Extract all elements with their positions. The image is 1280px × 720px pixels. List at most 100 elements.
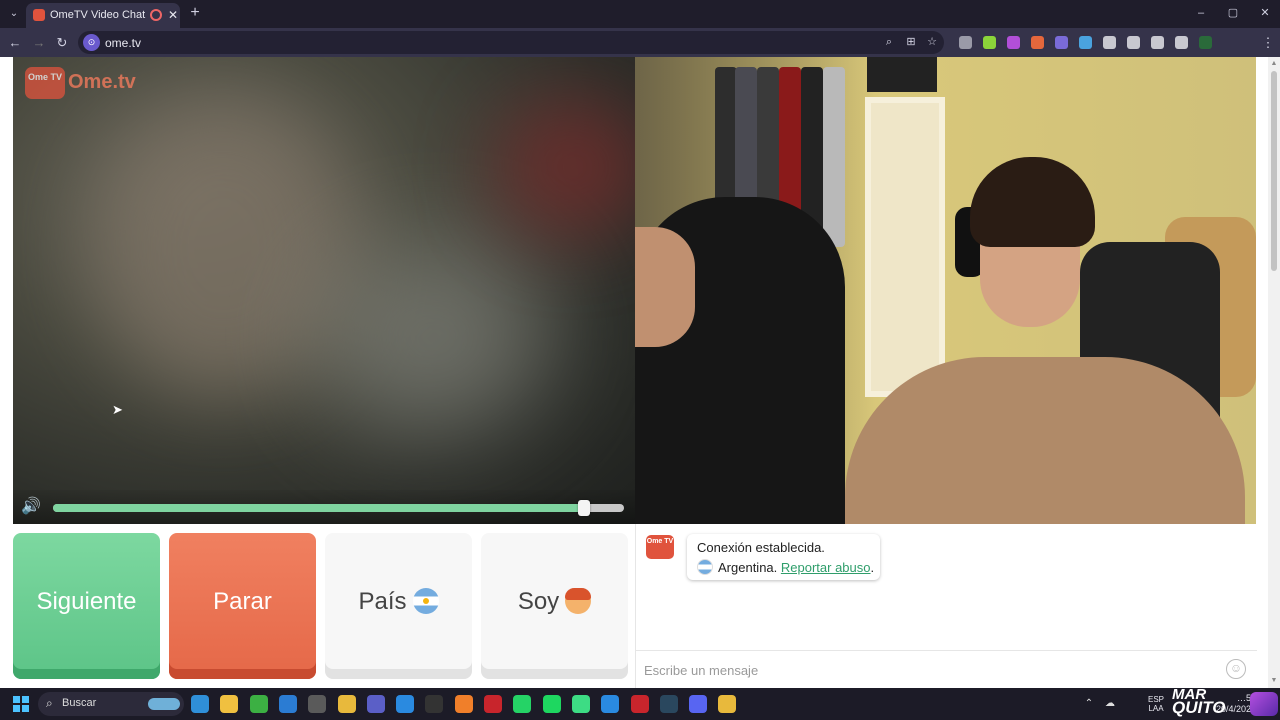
scrollbar-thumb[interactable] <box>1271 71 1277 271</box>
speaker-icon[interactable]: 🔊 <box>21 498 47 516</box>
ometv-page: Ome TV Ome.tv ➤ 🔊 Siguiente Parar País S… <box>0 57 1268 688</box>
scroll-up-icon[interactable]: ▲ <box>1269 59 1279 69</box>
back-button[interactable]: ← <box>6 34 24 52</box>
argentina-flag-icon <box>412 587 439 614</box>
minimize-button[interactable]: – <box>1186 4 1216 22</box>
taskbar-app-terminal-icon[interactable] <box>425 695 444 713</box>
tab-recording-icon[interactable] <box>150 9 162 21</box>
language-layout: LAA <box>1148 704 1164 713</box>
argentina-flag-icon <box>697 559 713 575</box>
report-suffix: . <box>870 560 875 575</box>
extension-icon[interactable] <box>1199 36 1212 49</box>
tray-chevron-icon[interactable]: ⌃ <box>1083 698 1095 710</box>
extension-icon[interactable] <box>983 36 996 49</box>
tab-list-button[interactable]: ⌄ <box>6 6 22 22</box>
forward-button[interactable]: → <box>30 34 48 52</box>
maximize-button[interactable]: ▢ <box>1218 4 1248 22</box>
zoom-icon[interactable]: ⌕ <box>882 35 896 49</box>
taskbar-app-files-icon[interactable] <box>220 695 239 713</box>
site-info-icon[interactable]: ⊙ <box>83 34 100 51</box>
gender-button-label: Soy <box>517 588 560 615</box>
video-blur <box>493 97 635 237</box>
stop-button[interactable]: Parar <box>169 533 316 679</box>
extension-icon[interactable] <box>1151 36 1164 49</box>
taskbar-app-xampp-icon[interactable] <box>454 695 473 713</box>
page-scrollbar[interactable]: ▲ ▼ <box>1268 57 1280 688</box>
self-video <box>635 57 1256 524</box>
gender-button[interactable]: Soy <box>481 533 628 679</box>
address-bar[interactable]: ⊙ ome.tv ⌕ ⊞ ☆ <box>78 31 944 54</box>
scroll-down-icon[interactable]: ▼ <box>1269 676 1279 686</box>
taskbar-app-spotify-icon[interactable] <box>542 695 561 713</box>
extension-icon[interactable] <box>1175 36 1188 49</box>
taskbar-app-app-blue-icon[interactable] <box>278 695 297 713</box>
install-app-icon[interactable]: ⊞ <box>904 35 918 49</box>
onedrive-cloud-icon[interactable]: ☁ <box>1104 698 1116 710</box>
report-abuse-link[interactable]: Reportar abuso <box>781 560 871 575</box>
input-language[interactable]: ESP LAA <box>1144 695 1168 713</box>
boy-icon <box>565 587 592 614</box>
next-button[interactable]: Siguiente <box>13 533 160 679</box>
browser-menu-icon[interactable]: ⋮ <box>1259 34 1277 52</box>
taskbar-app-filezilla-icon[interactable] <box>484 695 502 713</box>
reload-button[interactable]: ↻ <box>53 34 71 52</box>
message-input[interactable] <box>644 659 1204 681</box>
video-poster <box>867 57 937 92</box>
close-window-button[interactable]: ✕ <box>1250 4 1280 22</box>
stranger-video[interactable]: Ome TV Ome.tv ➤ 🔊 <box>13 57 635 524</box>
taskbar-app-edge-icon[interactable] <box>191 695 209 713</box>
taskbar-app-notes-icon[interactable] <box>601 695 620 713</box>
volume-control: 🔊 <box>13 490 635 524</box>
volume-slider[interactable] <box>53 500 624 516</box>
search-placeholder: Buscar <box>62 697 97 709</box>
extension-icon[interactable] <box>1007 36 1020 49</box>
video-person-body <box>845 357 1245 524</box>
taskbar-app-whatsapp-icon[interactable] <box>513 695 532 713</box>
video-shelf <box>865 97 945 397</box>
taskbar-app-android-app-icon[interactable] <box>571 695 590 713</box>
taskbar-app-chrome-active-icon[interactable] <box>718 695 737 713</box>
taskbar-app-steam-icon[interactable] <box>659 695 678 713</box>
mouse-cursor-icon: ➤ <box>112 402 123 417</box>
extension-icon[interactable] <box>1055 36 1068 49</box>
logo-tv-icon: Ome TV <box>25 67 65 99</box>
extension-icon[interactable] <box>1127 36 1140 49</box>
chat-panel: Ome TV Conexión establecida. Argentina. … <box>635 524 1257 688</box>
extension-icon[interactable] <box>959 36 972 49</box>
partner-country: Argentina. <box>718 560 778 575</box>
tab-title: OmeTV Video Chat — Omegle <box>50 9 146 21</box>
extension-icon[interactable] <box>1079 36 1092 49</box>
url-text[interactable]: ome.tv <box>105 36 141 50</box>
search-highlight-icon <box>148 698 180 710</box>
new-tab-button[interactable]: + <box>186 4 204 22</box>
emoji-icon[interactable]: ☺ <box>1226 659 1246 679</box>
tab-close-icon[interactable]: ✕ <box>166 7 180 23</box>
ometv-avatar-icon: Ome TV <box>646 535 674 559</box>
search-icon: ⌕ <box>46 696 53 710</box>
language-code: ESP <box>1147 695 1164 704</box>
taskbar-app-app-red-icon[interactable] <box>630 695 649 713</box>
taskbar-app-obs-icon[interactable] <box>308 695 327 713</box>
browser-tab-bar: ⌄ OmeTV Video Chat — Omegle ✕ + – ▢ ✕ <box>0 0 1280 28</box>
taskbar-app-discord-icon[interactable] <box>689 695 708 713</box>
video-blur <box>313 237 553 437</box>
chat-input-area: ☺ <box>636 650 1257 688</box>
system-message: Conexión establecida. Argentina. Reporta… <box>687 534 880 580</box>
windows-start-icon[interactable] <box>13 696 29 712</box>
volume-slider-thumb[interactable] <box>578 500 591 516</box>
streamer-watermark: MAR QUITO <box>1172 687 1242 720</box>
taskbar-app-teams-icon[interactable] <box>366 695 385 713</box>
taskbar-app-chrome-icon[interactable] <box>337 695 356 713</box>
country-button[interactable]: País <box>325 533 472 679</box>
taskbar-app-xbox-icon[interactable] <box>249 695 268 713</box>
extension-icon[interactable] <box>1103 36 1116 49</box>
browser-toolbar: ← → ↻ ⊙ ome.tv ⌕ ⊞ ☆ ⋮ <box>0 28 1280 57</box>
taskbar-app-vscode-icon[interactable] <box>396 695 415 713</box>
ometv-logo: Ome TV Ome.tv <box>25 65 140 99</box>
ometv-favicon-icon <box>33 9 45 21</box>
tab-ometv[interactable]: OmeTV Video Chat — Omegle ✕ <box>26 3 180 28</box>
bookmark-star-icon[interactable]: ☆ <box>925 35 939 49</box>
taskbar-search[interactable]: ⌕ Buscar <box>38 692 184 716</box>
connection-status: Conexión establecida. <box>697 540 825 555</box>
extension-icon[interactable] <box>1031 36 1044 49</box>
